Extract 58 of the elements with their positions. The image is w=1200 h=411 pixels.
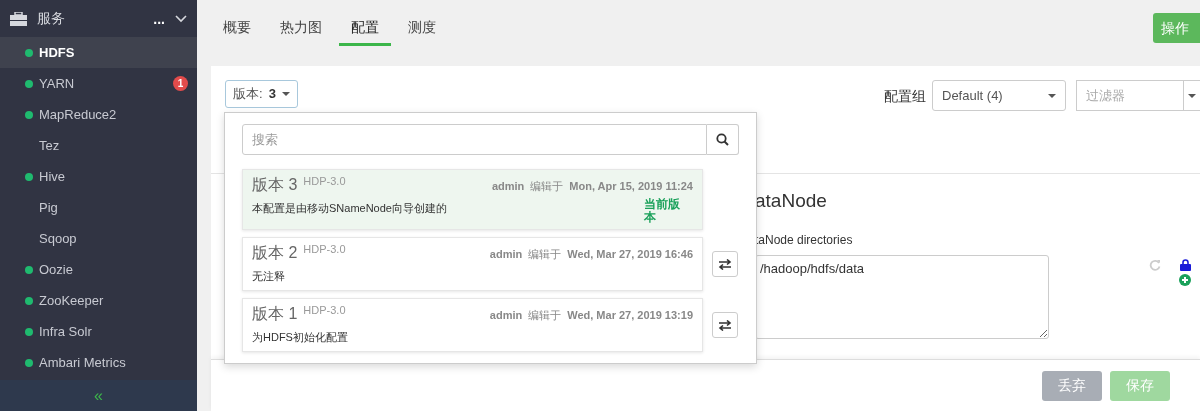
lock-icon[interactable] (1179, 258, 1191, 271)
sidebar-item[interactable]: Tez (0, 130, 197, 161)
sidebar-item[interactable]: Oozie (0, 254, 197, 285)
more-menu[interactable]: ... (153, 11, 165, 26)
edit-date: Wed, Mar 27, 2019 16:46 (567, 247, 693, 262)
sidebar-title: 服务 (37, 9, 65, 28)
sidebar-item[interactable]: Sqoop (0, 223, 197, 254)
tab[interactable]: 热力图 (268, 13, 334, 46)
edit-date: Wed, Mar 27, 2019 13:19 (567, 308, 693, 323)
config-group-label: 配置组 (884, 87, 926, 106)
sidebar-item[interactable]: YARN 1 (0, 68, 197, 99)
stack-version: HDP-3.0 (303, 242, 347, 257)
author: admin (489, 308, 523, 323)
sidebar-item[interactable]: HDFS (0, 37, 197, 68)
compare-button[interactable] (712, 251, 738, 277)
filter-dropdown-toggle[interactable] (1184, 80, 1200, 111)
current-version-label: 当前版本 (644, 198, 681, 224)
sidebar-item[interactable]: Hive (0, 161, 197, 192)
version-dropdown[interactable]: 版本: 3 (225, 80, 298, 108)
author: admin (489, 247, 523, 262)
directories-field[interactable]: /hadoop/hdfs/data (755, 254, 1049, 339)
section-title: ataNode (755, 190, 828, 213)
swap-icon (718, 319, 732, 331)
config-group-select[interactable]: Default (4) (932, 80, 1066, 111)
search-button[interactable] (707, 124, 739, 155)
briefcase-icon (10, 11, 27, 26)
search-icon (716, 133, 729, 146)
sidebar-item[interactable]: Ambari Metrics (0, 347, 197, 378)
author: admin (491, 179, 525, 194)
edited-label: 编辑于 (528, 247, 562, 262)
version-note: 本配置是由移动SNameNode向导创建的 (252, 201, 447, 216)
version-note: 无注释 (252, 269, 285, 284)
swap-icon (718, 258, 732, 270)
chevron-down-icon[interactable] (175, 14, 187, 23)
stack-version: HDP-3.0 (303, 303, 347, 318)
version-note: 为HDFS初始化配置 (252, 330, 348, 345)
filter-field[interactable]: 过滤器 (1076, 80, 1184, 111)
sidebar-item[interactable]: Pig (0, 192, 197, 223)
sidebar-item[interactable]: ZooKeeper (0, 285, 197, 316)
alert-badge: 1 (173, 76, 188, 91)
sidebar-item[interactable]: Infra Solr (0, 316, 197, 347)
version-title: 版本 3 (252, 175, 298, 195)
compare-button[interactable] (712, 312, 738, 338)
edited-label: 编辑于 (530, 179, 564, 194)
stack-version: HDP-3.0 (303, 174, 347, 189)
tab[interactable]: 测度 (396, 13, 448, 46)
version-card[interactable]: 版本 3 HDP-3.0 admin 编辑于 Mon, Apr 15, 2019 11:24 本配置是由移动SNameNode向导创建的 当前版本 (242, 169, 703, 230)
edited-label: 编辑于 (528, 308, 562, 323)
version-title: 版本 1 (252, 304, 298, 324)
tab[interactable]: 配置 (339, 13, 391, 46)
search-field[interactable]: 搜索 (242, 124, 707, 155)
version-card[interactable]: 版本 1 HDP-3.0 admin 编辑于 Wed, Mar 27, 2019 13:19 为HDFS初始化配置 (242, 298, 703, 352)
collapse-button[interactable]: « (94, 383, 103, 408)
version-card[interactable]: 版本 2 HDP-3.0 admin 编辑于 Wed, Mar 27, 2019 16:46 无注释 (242, 237, 703, 291)
sidebar-item[interactable]: MapReduce2 (0, 99, 197, 130)
tab[interactable]: 概要 (211, 13, 263, 46)
version-title: 版本 2 (252, 243, 298, 263)
edit-date: Mon, Apr 15, 2019 11:24 (569, 179, 693, 194)
